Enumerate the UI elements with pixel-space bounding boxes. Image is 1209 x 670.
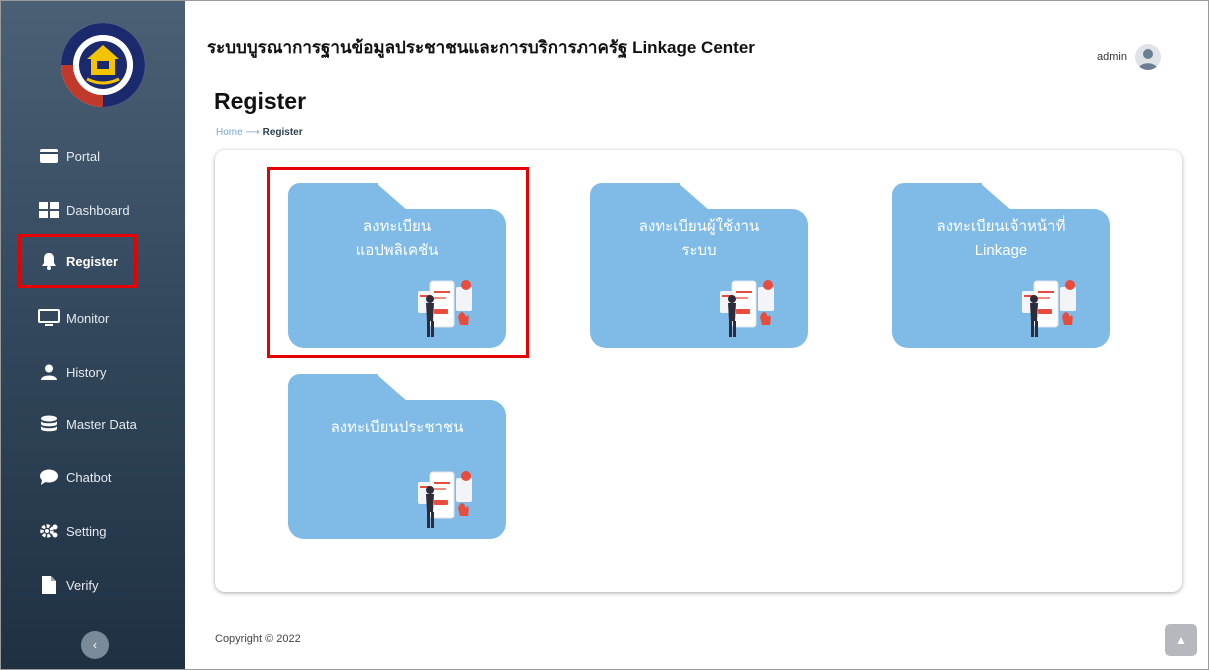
dashboard-icon <box>38 201 60 219</box>
breadcrumb-arrow: ⟶ <box>245 127 260 138</box>
sidebar-item-verify[interactable]: Verify <box>17 558 167 612</box>
register-linkage-officer-card[interactable]: ลงทะเบียนเจ้าหน้าที่ Linkage <box>892 183 1110 348</box>
mobile-register-illustration-icon <box>418 471 472 528</box>
breadcrumb-current: Register <box>262 127 303 138</box>
sidebar-item-label: Portal <box>66 148 100 164</box>
avatar[interactable] <box>1135 44 1161 70</box>
monitor-icon <box>38 309 60 327</box>
sidebar-item-label: Verify <box>66 577 99 593</box>
card-title-line1: ลงทะเบียนเจ้าหน้าที่ <box>936 218 1066 235</box>
card-title-line2: Linkage <box>974 242 1028 259</box>
username: admin <box>1097 51 1127 63</box>
register-citizen-card[interactable]: ลงทะเบียนประชาชน <box>288 374 506 539</box>
mobile-register-illustration-icon <box>720 280 774 337</box>
chevron-left-icon: ‹ <box>93 638 97 652</box>
sidebar-item-register[interactable]: Register <box>18 234 137 288</box>
sidebar-item-label: History <box>66 364 107 380</box>
scroll-to-top-button[interactable]: ▲ <box>1165 624 1197 656</box>
mobile-register-illustration-icon <box>1022 280 1076 337</box>
file-icon <box>38 576 60 594</box>
sidebar-item-label: Master Data <box>66 416 137 432</box>
sidebar-item-label: Dashboard <box>66 202 130 218</box>
sidebar-item-label: Chatbot <box>66 469 112 485</box>
sidebar: Portal Dashboard Register Monitor Histor… <box>1 1 185 669</box>
chat-icon <box>38 468 60 486</box>
sidebar-item-monitor[interactable]: Monitor <box>17 291 167 345</box>
card-title-line1: ลงทะเบียนประชาชน <box>330 419 464 436</box>
register-system-user-card[interactable]: ลงทะเบียนผู้ใช้งาน ระบบ <box>590 183 808 348</box>
department-logo <box>61 23 145 107</box>
bell-icon <box>38 252 60 270</box>
breadcrumb: Home ⟶ Register <box>216 127 303 138</box>
user-menu[interactable]: admin <box>1097 44 1161 70</box>
sidebar-item-dashboard[interactable]: Dashboard <box>17 183 167 237</box>
user-icon <box>38 363 60 381</box>
card-title-line1: ลงทะเบียนผู้ใช้งาน <box>638 218 760 235</box>
copyright: Copyright © 2022 <box>215 633 301 645</box>
sidebar-item-label: Setting <box>66 523 107 539</box>
sidebar-item-chatbot[interactable]: Chatbot <box>17 450 167 504</box>
sidebar-item-label: Register <box>66 253 119 269</box>
sidebar-item-setting[interactable]: Setting <box>17 504 167 558</box>
sidebar-item-label: Monitor <box>66 310 110 326</box>
highlight-box <box>267 167 529 358</box>
app-title: ระบบบูรณาการฐานข้อมูลประชาชนและการบริการ… <box>207 38 755 57</box>
card-title-line2: ระบบ <box>681 242 717 259</box>
sidebar-item-portal[interactable]: Portal <box>17 129 167 183</box>
sidebar-collapse-button[interactable]: ‹ <box>81 631 109 659</box>
chevron-up-icon: ▲ <box>1175 633 1187 647</box>
page-title: Register <box>214 88 307 114</box>
portal-icon <box>38 147 60 165</box>
breadcrumb-home[interactable]: Home <box>216 127 243 138</box>
sidebar-item-master-data[interactable]: Master Data <box>17 397 167 451</box>
sidebar-item-history[interactable]: History <box>17 345 167 399</box>
database-icon <box>38 415 60 433</box>
gear-icon <box>38 522 60 540</box>
